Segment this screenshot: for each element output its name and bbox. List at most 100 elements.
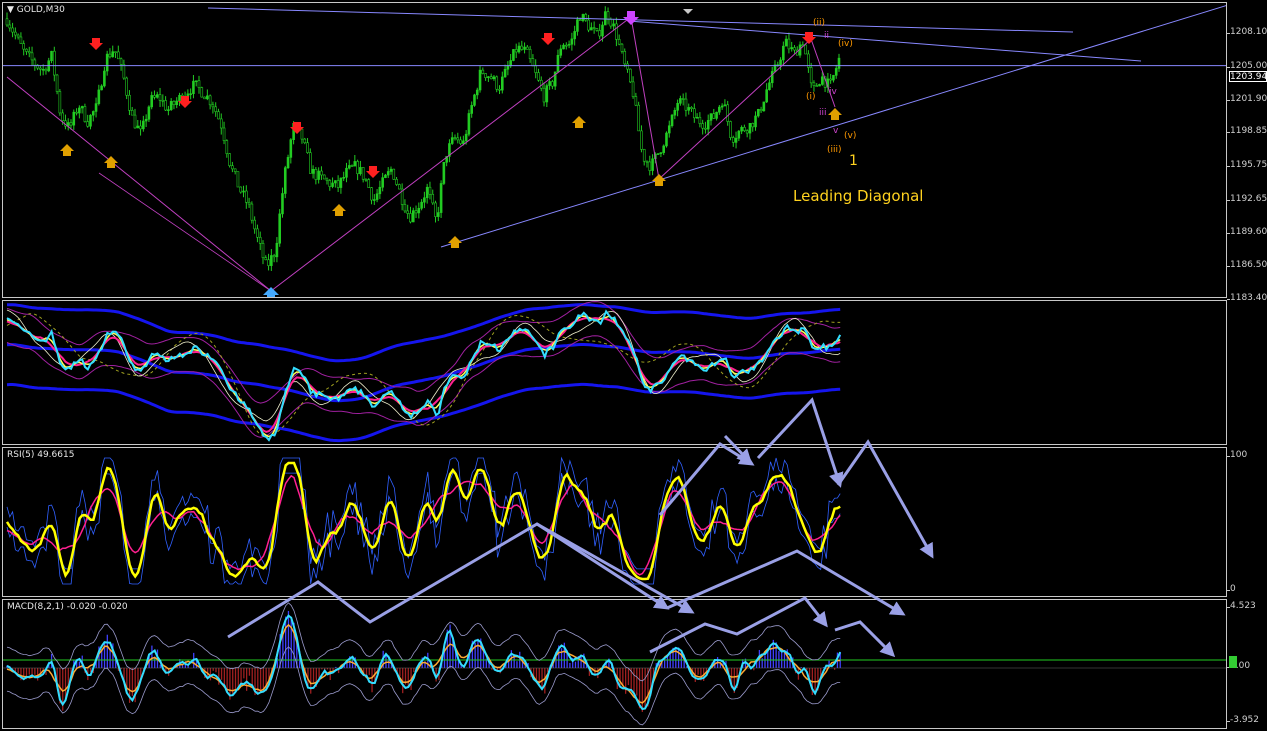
candle-body bbox=[200, 87, 204, 98]
candle-body bbox=[91, 111, 95, 116]
candle-body bbox=[423, 197, 426, 203]
candle-body bbox=[417, 208, 421, 214]
price-chart-panel[interactable]: ▼ GOLD,M30 Leading Diagonal (ii) ii (iv)… bbox=[2, 2, 1227, 298]
rsi-label: RSI(5) 49.6615 bbox=[7, 450, 75, 460]
candle-body bbox=[584, 14, 588, 21]
candle-body bbox=[779, 59, 782, 66]
candle-body bbox=[492, 76, 496, 80]
candle-body bbox=[286, 157, 290, 169]
candle-body bbox=[793, 47, 796, 51]
candle-body bbox=[631, 81, 635, 97]
candle-body bbox=[620, 43, 624, 52]
candle-body bbox=[676, 102, 679, 111]
candle-body bbox=[748, 123, 752, 134]
candle-body bbox=[239, 186, 243, 193]
candle-body bbox=[370, 187, 373, 201]
candle-body bbox=[306, 142, 309, 153]
candle-body bbox=[41, 68, 45, 71]
candle-body bbox=[108, 53, 112, 58]
candle-body bbox=[751, 123, 755, 128]
candle-body bbox=[69, 122, 73, 126]
candle-body bbox=[72, 111, 76, 126]
candle-body bbox=[409, 213, 412, 223]
candle-body bbox=[80, 106, 84, 109]
candle-body bbox=[832, 75, 835, 81]
wave-label-ii-minor: (ii) bbox=[813, 18, 826, 28]
candle-body bbox=[640, 130, 643, 150]
candle-body bbox=[189, 93, 192, 95]
candle-body bbox=[562, 44, 565, 50]
candle-body bbox=[534, 65, 537, 73]
candle-body bbox=[320, 170, 323, 176]
candle-body bbox=[509, 60, 512, 67]
candle-body bbox=[587, 19, 590, 31]
candle-body bbox=[743, 126, 746, 132]
candle-body bbox=[456, 137, 460, 141]
candle-body bbox=[501, 76, 504, 91]
zigzag-line bbox=[6, 16, 836, 292]
candle-body bbox=[281, 193, 284, 215]
candle-body bbox=[395, 179, 398, 185]
candle-body bbox=[103, 70, 106, 87]
candle-body bbox=[250, 203, 254, 221]
candle-body bbox=[334, 180, 337, 184]
candle-body bbox=[612, 23, 615, 27]
candle-body bbox=[615, 23, 618, 40]
down-arrow-icon bbox=[623, 11, 639, 25]
candle-body bbox=[325, 178, 329, 181]
candle-body bbox=[384, 174, 387, 178]
candle-body bbox=[150, 95, 153, 108]
rsi-panel[interactable]: RSI(5) 49.6615 bbox=[2, 447, 1227, 597]
candle-body bbox=[590, 27, 593, 31]
candle-body bbox=[261, 243, 265, 258]
candle-body bbox=[147, 106, 151, 120]
candle-body bbox=[681, 98, 685, 100]
candle-body bbox=[359, 167, 362, 175]
candle-body bbox=[83, 106, 87, 122]
candle-body bbox=[16, 34, 20, 38]
candle-body bbox=[89, 114, 92, 127]
candle-body bbox=[693, 108, 696, 119]
candle-body bbox=[737, 130, 741, 139]
candle-body bbox=[192, 80, 195, 94]
candle-body bbox=[598, 30, 601, 37]
candle-body bbox=[392, 168, 396, 180]
macd-panel[interactable]: MACD(8,2,1) -0.020 -0.020 bbox=[2, 599, 1227, 729]
candle-body bbox=[39, 67, 42, 70]
candle-body bbox=[484, 73, 487, 78]
candle-body bbox=[11, 27, 14, 33]
rsi-axis: 100 0 bbox=[1226, 447, 1267, 597]
candle-body bbox=[233, 168, 237, 172]
candle-body bbox=[548, 81, 551, 86]
candle-body bbox=[97, 89, 101, 104]
price-tick: 1201.90 bbox=[1226, 94, 1267, 104]
candle-body bbox=[690, 107, 693, 109]
candle-body bbox=[570, 38, 574, 45]
candle-body bbox=[50, 50, 53, 62]
rsi-line bbox=[5, 461, 841, 581]
candle-body bbox=[578, 19, 582, 21]
price-axis: 1208.10 1205.00 1201.90 1198.85 1195.75 … bbox=[1226, 2, 1267, 303]
candle-body bbox=[130, 110, 134, 116]
candle-body bbox=[706, 120, 710, 130]
wave-label-i-minor: (i) bbox=[806, 92, 816, 102]
rsi-svg bbox=[5, 456, 841, 585]
bands-indicator-panel[interactable] bbox=[2, 300, 1227, 445]
macd-label: MACD(8,2,1) -0.020 -0.020 bbox=[7, 602, 128, 612]
candle-body bbox=[222, 127, 226, 141]
candle-body bbox=[629, 68, 632, 83]
candle-body bbox=[114, 51, 117, 53]
candle-body bbox=[125, 77, 128, 96]
candle-body bbox=[300, 128, 304, 140]
candle-body bbox=[61, 112, 64, 122]
candle-body bbox=[662, 145, 665, 153]
candle-body bbox=[27, 51, 31, 54]
candle-body bbox=[256, 228, 259, 238]
candle-body bbox=[331, 182, 334, 187]
candle-body bbox=[809, 67, 813, 84]
macd-tick: 4.523 bbox=[1227, 601, 1256, 611]
candle-body bbox=[712, 113, 716, 119]
rsi-signal-line bbox=[6, 474, 841, 576]
candle-body bbox=[581, 14, 585, 21]
candle-body bbox=[289, 139, 293, 158]
